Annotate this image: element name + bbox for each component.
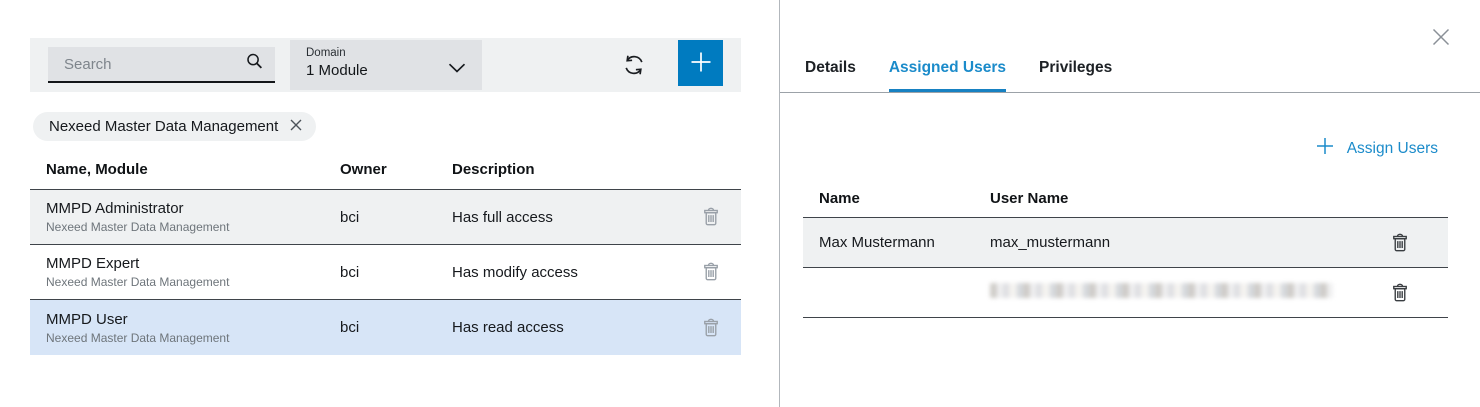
role-name: MMPD Administrator: [46, 200, 340, 217]
role-owner: bci: [340, 264, 452, 281]
refresh-button[interactable]: [620, 51, 648, 79]
role-description: Has read access: [452, 319, 681, 336]
filter-chip-remove-button[interactable]: [289, 118, 303, 135]
delete-role-button[interactable]: [700, 317, 722, 339]
column-header-description: Description: [452, 161, 681, 178]
trash-icon: [700, 271, 722, 286]
tab-privileges[interactable]: Privileges: [1039, 59, 1112, 92]
chevron-down-icon: [448, 60, 466, 78]
app-window: Search Domain 1 Module: [0, 0, 1480, 407]
filter-chip-label: Nexeed Master Data Management: [49, 118, 278, 135]
column-header-name: Name: [803, 190, 990, 207]
add-role-button[interactable]: [678, 40, 723, 86]
column-header-name-module: Name, Module: [30, 161, 340, 178]
table-row[interactable]: Max Mustermann max_mustermann: [803, 218, 1448, 268]
roles-table: Name, Module Owner Description MMPD Admi…: [30, 149, 741, 355]
plus-icon: [1316, 137, 1334, 160]
roles-table-header: Name, Module Owner Description: [30, 149, 741, 190]
tab-assigned-users[interactable]: Assigned Users: [889, 59, 1006, 92]
delete-role-button[interactable]: [700, 261, 722, 283]
role-description: Has full access: [452, 209, 681, 226]
role-detail-panel: Details Assigned Users Privileges Assign…: [780, 0, 1480, 407]
trash-icon: [700, 216, 722, 231]
table-row[interactable]: MMPD Administrator Nexeed Master Data Ma…: [30, 190, 741, 245]
search-placeholder: Search: [64, 56, 244, 73]
filter-chip[interactable]: Nexeed Master Data Management: [33, 112, 316, 141]
assign-users-label: Assign Users: [1347, 140, 1438, 158]
role-name: MMPD Expert: [46, 255, 340, 272]
remove-user-button[interactable]: [1389, 282, 1411, 304]
role-name: MMPD User: [46, 311, 340, 328]
assigned-users-table: Name User Name Max Mustermann max_muster…: [803, 180, 1448, 318]
close-panel-button[interactable]: [1429, 25, 1453, 49]
role-owner: bci: [340, 209, 452, 226]
user-full-name: Max Mustermann: [803, 234, 990, 251]
delete-role-button[interactable]: [700, 206, 722, 228]
table-row-selected[interactable]: MMPD User Nexeed Master Data Management …: [30, 300, 741, 355]
user-name-redacted: [990, 283, 1352, 302]
tab-details[interactable]: Details: [805, 59, 856, 92]
plus-icon: [688, 49, 714, 78]
trash-icon: [1389, 292, 1411, 307]
x-icon: [289, 118, 303, 135]
domain-dropdown-label: Domain: [306, 47, 466, 59]
role-module: Nexeed Master Data Management: [46, 220, 340, 234]
role-module: Nexeed Master Data Management: [46, 331, 340, 345]
search-icon: [244, 51, 265, 77]
column-header-user-name: User Name: [990, 190, 1352, 207]
trash-icon: [700, 327, 722, 342]
close-icon: [1430, 36, 1452, 51]
detail-tabbar: Details Assigned Users Privileges: [780, 0, 1480, 93]
roles-panel: Search Domain 1 Module: [0, 0, 779, 407]
role-description: Has modify access: [452, 264, 681, 281]
user-name: max_mustermann: [990, 234, 1352, 251]
assigned-users-table-header: Name User Name: [803, 180, 1448, 218]
table-row[interactable]: [803, 268, 1448, 318]
redacted-text-blur: [990, 283, 1333, 298]
assign-users-button[interactable]: Assign Users: [1316, 137, 1438, 160]
remove-user-button[interactable]: [1389, 232, 1411, 254]
role-owner: bci: [340, 319, 452, 336]
roles-toolbar: Search Domain 1 Module: [30, 38, 741, 92]
table-row[interactable]: MMPD Expert Nexeed Master Data Managemen…: [30, 245, 741, 300]
refresh-icon: [620, 67, 648, 82]
column-header-owner: Owner: [340, 161, 452, 178]
role-module: Nexeed Master Data Management: [46, 275, 340, 289]
domain-dropdown-value: 1 Module: [306, 62, 466, 79]
search-input[interactable]: Search: [48, 47, 275, 83]
trash-icon: [1389, 242, 1411, 257]
domain-dropdown[interactable]: Domain 1 Module: [290, 40, 482, 90]
